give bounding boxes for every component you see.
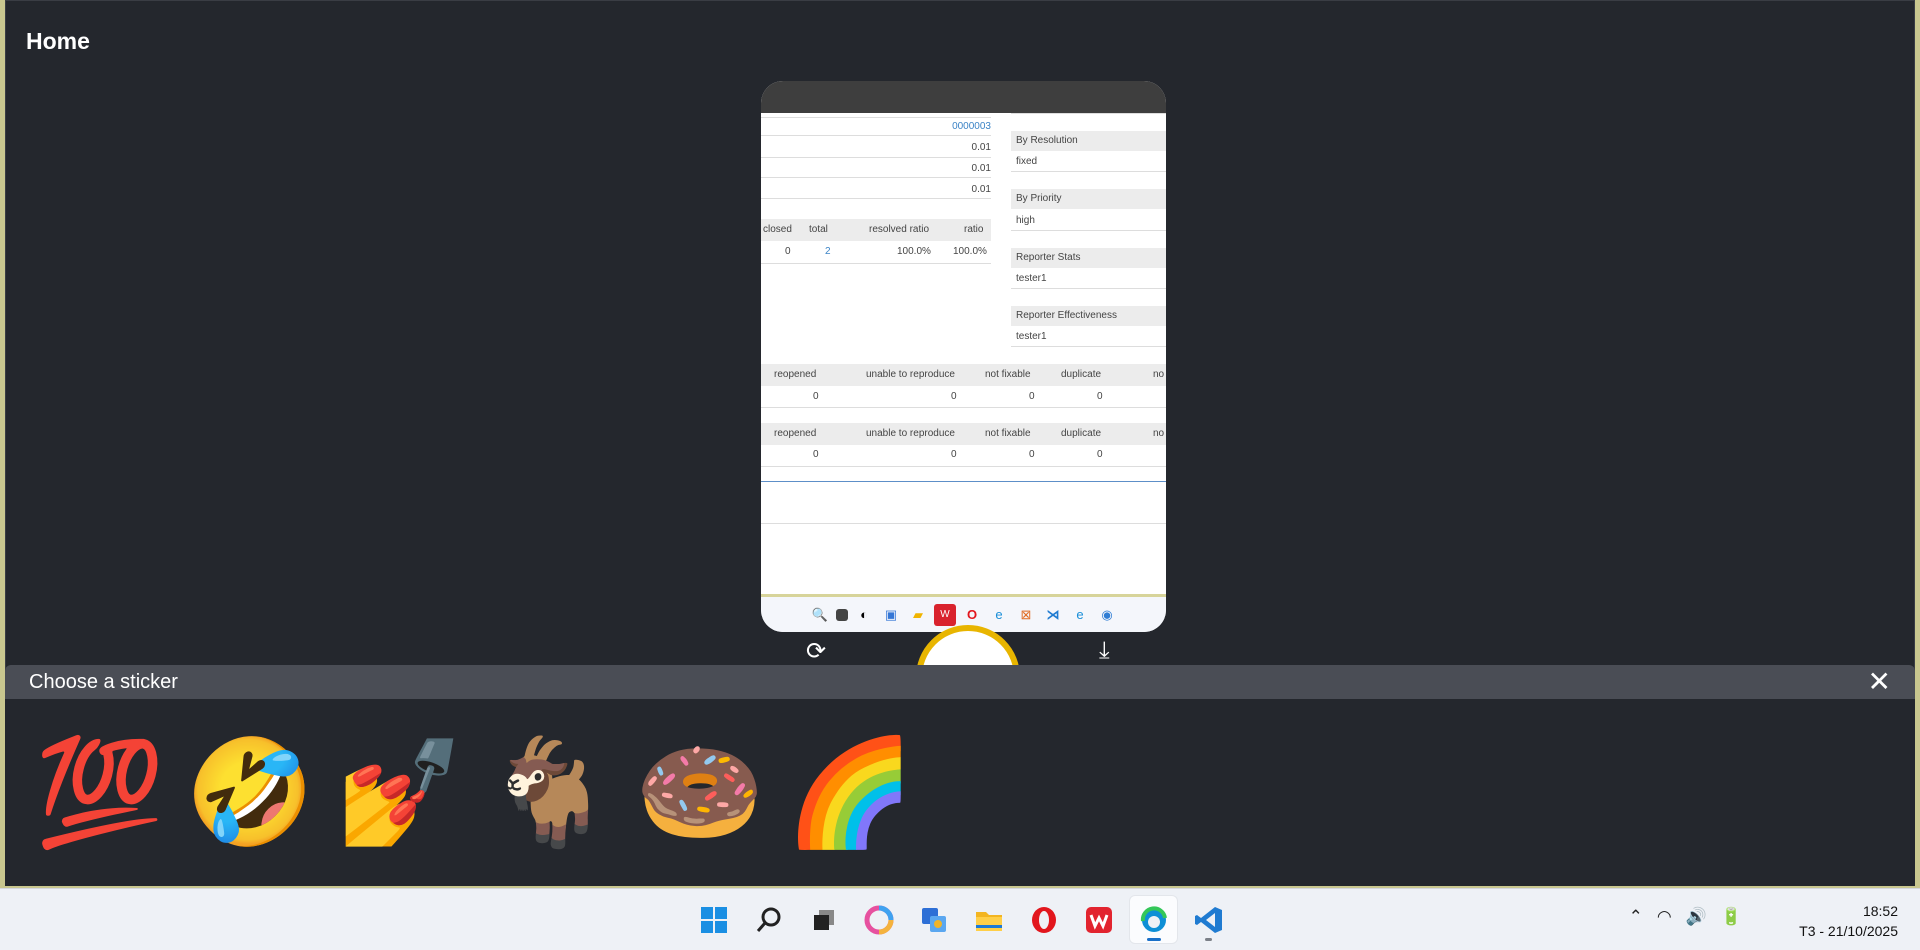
preview-col-header: closed [763, 224, 792, 235]
preview-section-value: fixed [1016, 156, 1038, 167]
edge-icon: e [995, 607, 1003, 622]
opera-icon[interactable] [1020, 896, 1067, 943]
copilot-icon[interactable] [855, 896, 902, 943]
preview-col-header: no [1153, 369, 1165, 380]
folder-icon: ▰ [913, 606, 923, 622]
sticker-nail-polish[interactable]: 💅 [335, 731, 465, 855]
task-view-icon[interactable] [800, 896, 847, 943]
phone-link-icon: ▣ [884, 606, 898, 622]
preview-cell: 0 [785, 246, 791, 257]
sticker-goat[interactable]: 🐐 [485, 731, 615, 855]
preview-section-title: By Resolution [1016, 135, 1078, 146]
clock[interactable]: 18:52 T3 - 21/10/2025 [1799, 901, 1898, 941]
wps-office-icon[interactable] [1075, 896, 1122, 943]
sticker-panel-header: Choose a sticker ✕ [5, 665, 1915, 699]
preview-section-value: high [1016, 215, 1035, 226]
preview-col-header: no [1153, 428, 1165, 439]
wps-icon: W [934, 603, 956, 626]
preview-cell: 0 [1029, 449, 1035, 460]
sticker-panel: Choose a sticker ✕ 💯 🤣 💅 🐐 🍩 🌈 [5, 665, 1915, 886]
preview-col-header: duplicate [1061, 369, 1102, 380]
edge-icon: e [1076, 607, 1084, 622]
windows-start-icon[interactable] [690, 896, 737, 943]
zalo-icon: ◉ [1101, 606, 1113, 622]
preview-col-header: unable to reproduce [866, 369, 955, 380]
preview-section-title: By Priority [1016, 193, 1062, 204]
refresh-icon[interactable]: ⟳ [806, 637, 826, 666]
taskbar-apps [690, 896, 1232, 943]
download-icon[interactable]: ⤓ [1099, 637, 1110, 665]
copilot-icon: ◐ [860, 607, 868, 622]
preview-col-header: resolved ratio [869, 224, 930, 235]
xampp-icon: ⊠ [1020, 606, 1032, 622]
vscode-icon: ⋊ [1046, 606, 1060, 622]
battery-icon[interactable]: 🔋 [1721, 907, 1742, 927]
edge-icon[interactable] [1130, 896, 1177, 943]
clock-date: T3 - 21/10/2025 [1799, 923, 1898, 939]
system-tray: ⌃ ◠ 🔊 🔋 [1629, 907, 1742, 927]
preview-cell: 0 [1097, 391, 1103, 402]
clock-time: 18:52 [1862, 903, 1898, 919]
preview-col-header: reopened [774, 428, 817, 439]
close-icon[interactable]: ✕ [1868, 668, 1891, 696]
search-icon: 🔍 [811, 606, 829, 622]
preview-col-header: reopened [774, 369, 817, 380]
preview-cell: 2 [825, 246, 831, 257]
sticker-doughnut[interactable]: 🍩 [635, 731, 765, 855]
preview-section-value: tester1 [1016, 273, 1047, 284]
preview-cell: 0 [951, 391, 957, 402]
preview-cell: 100.0% [953, 246, 987, 257]
sticker-rainbow[interactable]: 🌈 [785, 731, 915, 855]
preview-col-header: not fixable [985, 428, 1031, 439]
preview-top-bar [761, 81, 1166, 113]
sticker-list: 💯 🤣 💅 🐐 🍩 🌈 [5, 699, 1915, 855]
preview-col-header: total [809, 224, 828, 235]
phone-link-icon[interactable] [910, 896, 957, 943]
preview-value: 0.01 [971, 184, 991, 195]
preview-section-title: Reporter Effectiveness [1016, 310, 1117, 321]
sticker-rolling-laughing[interactable]: 🤣 [185, 731, 315, 855]
page-title: Home [26, 28, 90, 54]
preview-section-title: Reporter Stats [1016, 252, 1081, 263]
preview-section-value: tester1 [1016, 331, 1047, 342]
preview-col-header: ratio [964, 224, 984, 235]
sticker-panel-title: Choose a sticker [29, 670, 178, 693]
preview-col-header: not fixable [985, 369, 1031, 380]
preview-cell: 0 [1097, 449, 1103, 460]
preview-cell: 0 [951, 449, 957, 460]
wifi-icon[interactable]: ◠ [1657, 907, 1672, 927]
preview-col-header: duplicate [1061, 428, 1102, 439]
task-view-icon [836, 608, 848, 621]
preview-col-header: unable to reproduce [866, 428, 955, 439]
preview-cell: 0 [813, 449, 819, 460]
preview-content: 0000003 0.01 0.01 0.01 closed total reso… [761, 113, 1166, 583]
file-explorer-icon[interactable] [965, 896, 1012, 943]
chevron-up-icon[interactable]: ⌃ [1629, 907, 1643, 927]
windows-taskbar: ⌃ ◠ 🔊 🔋 18:52 T3 - 21/10/2025 [0, 888, 1920, 950]
preview-cell: 0 [1029, 391, 1035, 402]
preview-cell: 100.0% [897, 246, 931, 257]
preview-ref-id: 0000003 [952, 121, 991, 132]
preview-value: 0.01 [971, 142, 991, 153]
sticker-hundred-points[interactable]: 💯 [35, 731, 165, 855]
volume-icon[interactable]: 🔊 [1686, 907, 1707, 927]
preview-value: 0.01 [971, 163, 991, 174]
vscode-icon[interactable] [1185, 896, 1232, 943]
search-icon[interactable] [745, 896, 792, 943]
opera-icon: O [966, 607, 978, 622]
preview-cell: 0 [813, 391, 819, 402]
captured-screenshot-preview: 0000003 0.01 0.01 0.01 closed total reso… [761, 81, 1166, 632]
